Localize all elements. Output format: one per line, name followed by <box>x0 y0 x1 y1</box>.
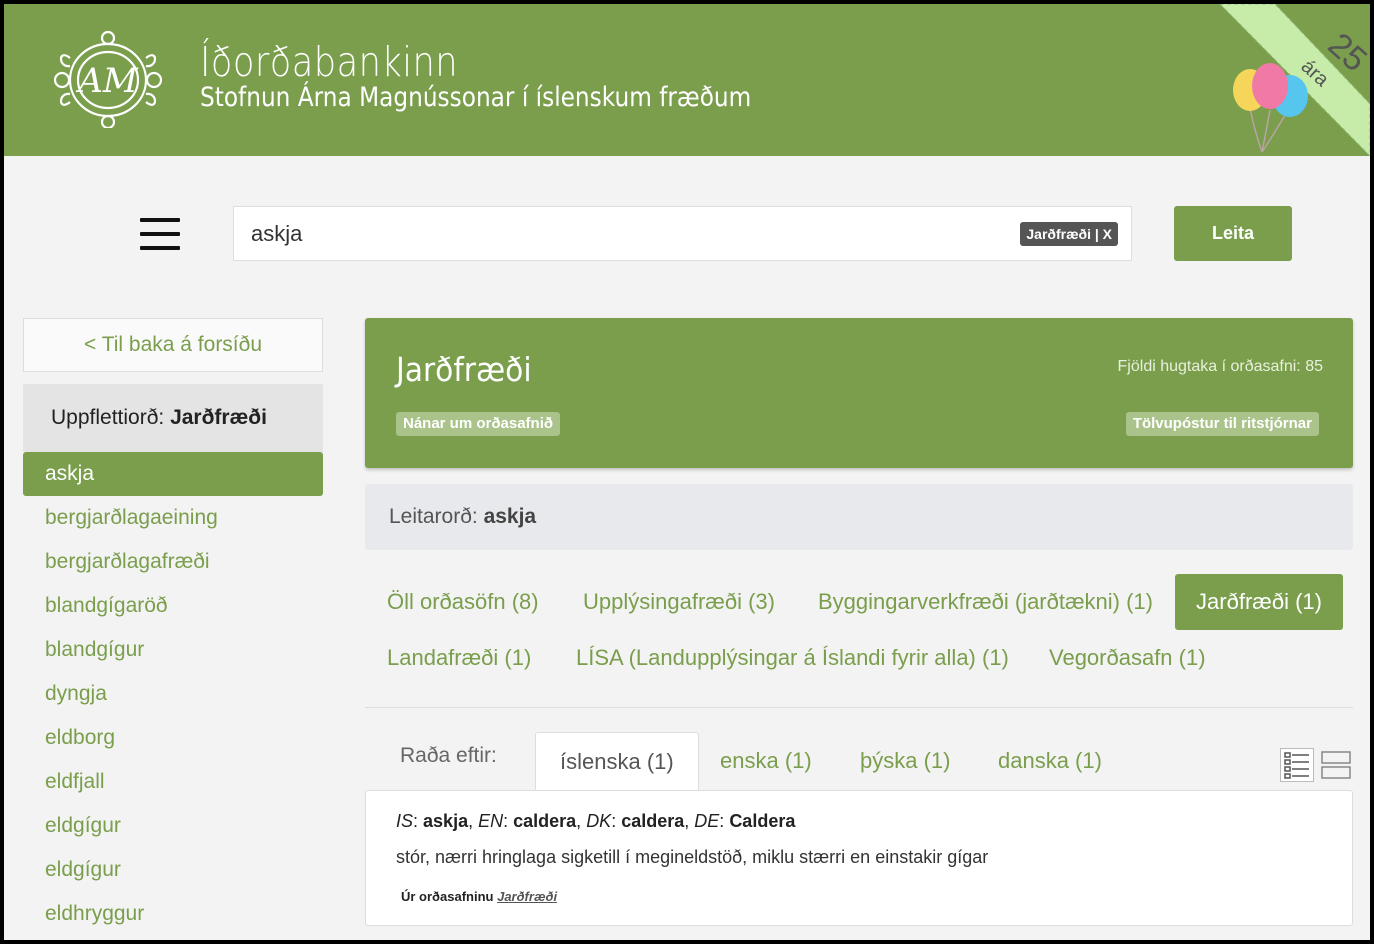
definition: stór, nærri hringlaga sigketill í megine… <box>396 847 989 867</box>
sort-label: Raða eftir: <box>400 744 497 767</box>
collection-row-2: Landafræði (1) LÍSA (Landupplýsingar á Í… <box>365 630 1353 686</box>
search-input[interactable] <box>234 207 994 260</box>
sort-tab[interactable]: enska (1) <box>696 732 836 790</box>
term-count: Fjöldi hugtaka í orðasafni: 85 <box>1117 358 1323 375</box>
site-header: AM Íðorðabankinn Stofnun Árna Magnússona… <box>4 4 1370 156</box>
word-list-item[interactable]: bergjarðlagafræði <box>23 540 323 584</box>
term-is: askja <box>423 811 469 831</box>
email-editors-button[interactable]: Tölvupóstur til ritstjórnar <box>1125 412 1319 436</box>
sort-tab[interactable]: danska (1) <box>974 732 1126 790</box>
about-dictionary-button[interactable]: Nánar um orðasafnið <box>396 412 561 436</box>
word-list-item[interactable]: eldfjall <box>23 760 323 804</box>
search-button[interactable]: Leita <box>1174 206 1292 261</box>
hamburger-menu-icon[interactable] <box>140 218 180 252</box>
lookup-heading: Uppflettiorð: Jarðfræði <box>23 384 323 452</box>
search-term-label: Leitarorð: <box>389 505 478 528</box>
search-term-bar: Leitarorð: askja <box>365 484 1353 550</box>
ama-logo-icon[interactable]: AM <box>48 28 168 128</box>
lookup-label: Uppflettiorð: <box>51 406 165 429</box>
svg-text:AM: AM <box>75 61 139 101</box>
word-list-item[interactable]: eldborg <box>23 716 323 760</box>
card-view-icon[interactable] <box>1320 748 1354 782</box>
word-list-item[interactable]: eldgígur <box>23 804 323 848</box>
word-list-item[interactable]: bergjarðlagaeining <box>23 496 323 540</box>
divider <box>365 707 1353 708</box>
collection-tab[interactable]: Öll orðasöfn (8) <box>365 574 561 630</box>
sort-tab[interactable]: þýska (1) <box>836 732 974 790</box>
back-to-home-link[interactable]: < Til baka á forsíðu <box>23 318 323 372</box>
search-box: Jarðfræði | X <box>233 206 1132 261</box>
collection-tab[interactable]: LÍSA (Landupplýsingar á Íslandi fyrir al… <box>554 630 1031 686</box>
site-title[interactable]: Íðorðabankinn <box>200 38 458 86</box>
collection-tab[interactable]: Upplýsingafræði (3) <box>561 574 797 630</box>
collection-tab[interactable]: Byggingarverkfræði (jarðtækni) (1) <box>796 574 1175 630</box>
word-list-item[interactable]: dyngja <box>23 672 323 716</box>
terms-line: IS: askja, EN: caldera, DK: caldera, DE:… <box>396 811 796 831</box>
word-list-item[interactable]: eldhryggur <box>23 892 323 936</box>
source-link[interactable]: Jarðfræði <box>497 889 557 904</box>
term-en: caldera <box>513 811 577 831</box>
collection-tab-active[interactable]: Jarðfræði (1) <box>1175 574 1343 630</box>
lookup-value: Jarðfræði <box>170 406 267 429</box>
collection-tab[interactable]: Vegorðasafn (1) <box>1027 630 1228 686</box>
word-list-item[interactable]: blandgígaröð <box>23 584 323 628</box>
filter-tag-remove[interactable]: Jarðfræði | X <box>1020 222 1118 246</box>
result-card: IS: askja, EN: caldera, DK: caldera, DE:… <box>365 790 1353 926</box>
collection-tab[interactable]: Landafræði (1) <box>365 630 553 686</box>
dictionary-title: Jarðfræði <box>396 350 532 389</box>
word-list-item[interactable]: blandgígur <box>23 628 323 672</box>
list-view-icon[interactable] <box>1280 748 1314 782</box>
word-list: askja bergjarðlagaeining bergjarðlagafræ… <box>23 452 323 936</box>
anniversary-badge: 25 ára <box>1219 4 1370 156</box>
dictionary-panel: Jarðfræði Fjöldi hugtaka í orðasafni: 85… <box>365 318 1353 468</box>
collection-row-1: Öll orðasöfn (8) Upplýsingafræði (3) Byg… <box>365 574 1353 630</box>
site-subtitle: Stofnun Árna Magnússonar í íslenskum fræ… <box>200 82 752 113</box>
sort-tab-active[interactable]: íslenska (1) <box>535 732 699 792</box>
word-list-item[interactable]: askja <box>23 452 323 496</box>
term-de: Caldera <box>729 811 796 831</box>
word-list-item[interactable]: eldgígur <box>23 848 323 892</box>
term-dk: caldera <box>621 811 685 831</box>
search-term-value: askja <box>483 505 537 528</box>
source-line: Úr orðasafninu Jarðfræði <box>401 889 558 904</box>
